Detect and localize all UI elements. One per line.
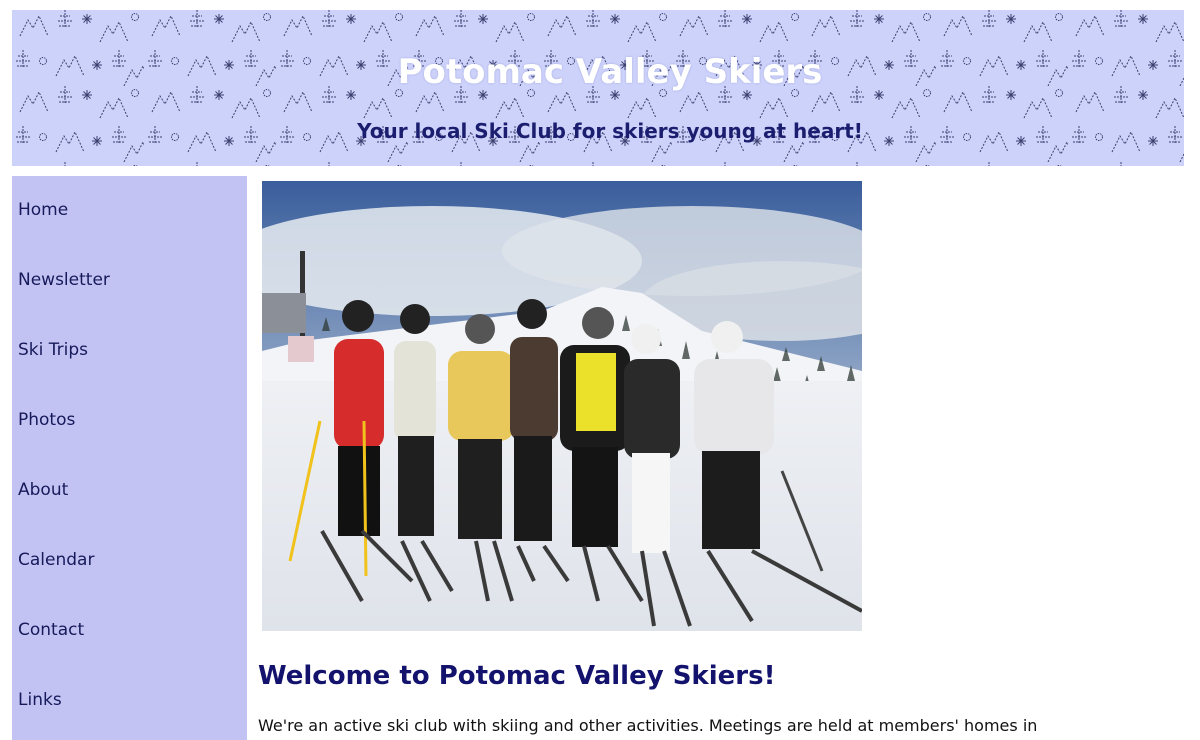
sidebar-nav: Home Newsletter Ski Trips Photos About C… [12,176,247,740]
nav-item-links: Links [18,690,62,710]
nav-link-ski-trips[interactable]: Ski Trips [18,340,88,360]
nav-link-photos[interactable]: Photos [18,410,75,430]
site-title: Potomac Valley Skiers [397,52,823,92]
welcome-heading: Welcome to Potomac Valley Skiers! [258,661,776,691]
nav-link-about[interactable]: About [18,480,68,500]
nav-link-calendar[interactable]: Calendar [18,550,94,570]
nav-item-contact: Contact [18,620,84,640]
nav-link-links[interactable]: Links [18,690,62,710]
site-tagline: Your local Ski Club for skiers young at … [357,119,863,143]
nav-link-newsletter[interactable]: Newsletter [18,270,110,290]
nav-item-photos: Photos [18,410,75,430]
nav-link-home[interactable]: Home [18,200,68,220]
nav-item-about: About [18,480,68,500]
group-of-skiers-photo [262,181,862,631]
nav-item-newsletter: Newsletter [18,270,110,290]
site-banner: Potomac Valley Skiers Your local Ski Clu… [12,10,1184,166]
nav-item-home: Home [18,200,68,220]
intro-paragraph: We're an active ski club with skiing and… [258,716,1038,735]
nav-item-ski-trips: Ski Trips [18,340,88,360]
nav-link-contact[interactable]: Contact [18,620,84,640]
nav-item-calendar: Calendar [18,550,94,570]
